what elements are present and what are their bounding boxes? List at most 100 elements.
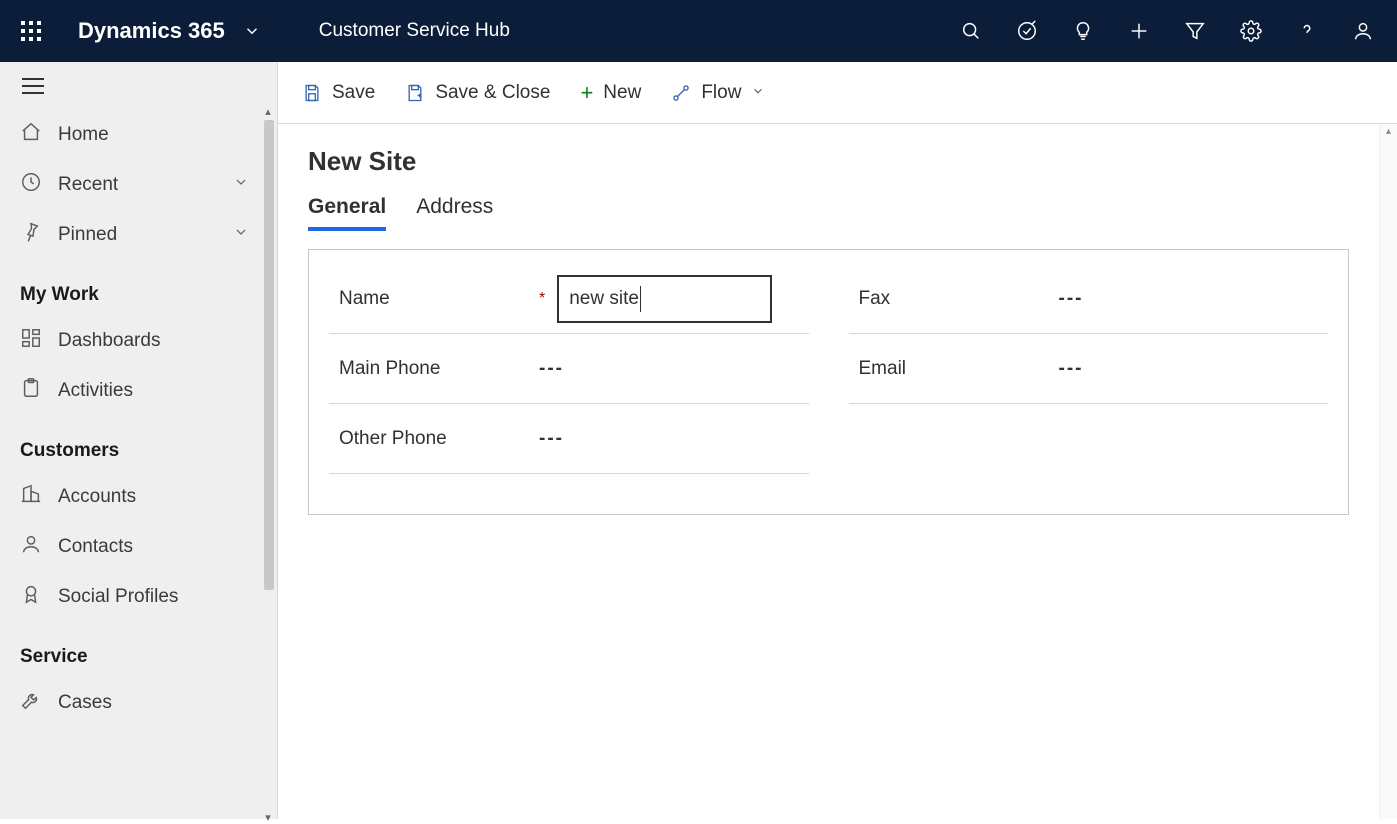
flow-icon bbox=[671, 83, 691, 103]
command-bar: Save Save & Close + New Flow bbox=[278, 62, 1397, 124]
form-tabs: General Address bbox=[308, 195, 1349, 231]
sidebar-scrollbar[interactable]: ▴ ▾ bbox=[259, 110, 277, 819]
app-launcher-button[interactable] bbox=[10, 10, 52, 52]
brand-switcher-chevron[interactable] bbox=[243, 22, 261, 40]
save-button[interactable]: Save bbox=[302, 82, 375, 104]
sidebar-item-activities[interactable]: Activities bbox=[0, 366, 277, 416]
filter-icon bbox=[1184, 20, 1206, 42]
flow-button[interactable]: Flow bbox=[671, 82, 765, 104]
field-label: Other Phone bbox=[329, 428, 539, 450]
settings-button[interactable] bbox=[1227, 7, 1275, 55]
field-value: --- bbox=[539, 428, 564, 450]
workspace: Home Recent Pinned My Work Dashboards Ac… bbox=[0, 62, 1397, 819]
save-close-button[interactable]: Save & Close bbox=[405, 82, 550, 104]
chevron-down-icon bbox=[751, 82, 765, 104]
field-value: --- bbox=[1059, 358, 1084, 380]
save-label: Save bbox=[332, 82, 375, 104]
scroll-up-icon: ▴ bbox=[1380, 126, 1397, 137]
search-icon bbox=[960, 20, 982, 42]
field-main-phone[interactable]: Main Phone --- bbox=[329, 334, 809, 404]
sidebar-item-home[interactable]: Home bbox=[0, 110, 277, 160]
save-close-icon bbox=[405, 83, 425, 103]
field-label: Main Phone bbox=[329, 358, 539, 380]
scrollbar-thumb[interactable] bbox=[264, 120, 274, 590]
hub-title[interactable]: Customer Service Hub bbox=[319, 20, 510, 42]
page-title: New Site bbox=[308, 146, 1349, 177]
waffle-icon bbox=[21, 21, 41, 41]
gear-icon bbox=[1240, 20, 1262, 42]
task-checkmark-icon bbox=[1016, 20, 1038, 42]
tab-address[interactable]: Address bbox=[416, 195, 493, 231]
sidebar-item-cases[interactable]: Cases bbox=[0, 678, 277, 728]
scroll-down-icon: ▾ bbox=[259, 811, 277, 824]
form-panel: Name * new site Main Phone --- bbox=[308, 249, 1349, 515]
person-icon bbox=[1352, 20, 1374, 42]
sidebar-item-label: Home bbox=[58, 124, 249, 146]
plus-icon: + bbox=[580, 82, 593, 104]
clock-icon bbox=[20, 171, 42, 199]
advanced-find-button[interactable] bbox=[1171, 7, 1219, 55]
account-button[interactable] bbox=[1339, 7, 1387, 55]
sidebar: Home Recent Pinned My Work Dashboards Ac… bbox=[0, 62, 278, 819]
field-value: --- bbox=[539, 358, 564, 380]
search-button[interactable] bbox=[947, 7, 995, 55]
help-button[interactable] bbox=[1283, 7, 1331, 55]
sidebar-toggle-button[interactable] bbox=[0, 62, 277, 110]
save-icon bbox=[302, 83, 322, 103]
field-email[interactable]: Email --- bbox=[849, 334, 1329, 404]
field-name: Name * new site bbox=[329, 264, 809, 334]
flow-label: Flow bbox=[701, 82, 741, 104]
scroll-up-icon: ▴ bbox=[259, 105, 277, 118]
new-label: New bbox=[603, 82, 641, 104]
save-close-label: Save & Close bbox=[435, 82, 550, 104]
plus-icon bbox=[1128, 20, 1150, 42]
sidebar-item-recent[interactable]: Recent bbox=[0, 160, 277, 210]
content-area: New Site General Address Name * new si bbox=[278, 124, 1397, 819]
sidebar-item-label: Accounts bbox=[58, 486, 249, 508]
assistant-button[interactable] bbox=[1059, 7, 1107, 55]
sidebar-item-label: Activities bbox=[58, 380, 249, 402]
main-area: Save Save & Close + New Flow New Site Ge… bbox=[278, 62, 1397, 819]
content-scrollbar[interactable]: ▴ bbox=[1379, 124, 1397, 819]
badge-icon bbox=[20, 583, 42, 611]
sidebar-item-label: Recent bbox=[58, 174, 217, 196]
new-button[interactable]: + New bbox=[580, 82, 641, 104]
field-value: --- bbox=[1059, 288, 1084, 310]
home-icon bbox=[20, 121, 42, 149]
lightbulb-icon bbox=[1072, 20, 1094, 42]
field-label: Email bbox=[849, 358, 1059, 380]
sidebar-item-label: Cases bbox=[58, 692, 249, 714]
building-icon bbox=[20, 483, 42, 511]
name-input-value: new site bbox=[569, 288, 639, 310]
required-indicator: * bbox=[539, 290, 545, 308]
sidebar-item-social-profiles[interactable]: Social Profiles bbox=[0, 572, 277, 622]
chevron-down-icon bbox=[233, 224, 249, 246]
field-fax[interactable]: Fax --- bbox=[849, 264, 1329, 334]
sidebar-item-label: Social Profiles bbox=[58, 586, 249, 608]
sidebar-item-label: Contacts bbox=[58, 536, 249, 558]
help-icon bbox=[1296, 20, 1318, 42]
dashboard-icon bbox=[20, 327, 42, 355]
clipboard-icon bbox=[20, 377, 42, 405]
sidebar-item-label: Dashboards bbox=[58, 330, 249, 352]
sidebar-item-label: Pinned bbox=[58, 224, 217, 246]
sidebar-item-pinned[interactable]: Pinned bbox=[0, 210, 277, 260]
field-label: Fax bbox=[849, 288, 1059, 310]
hamburger-icon bbox=[22, 78, 44, 94]
sidebar-section-customers: Customers bbox=[0, 416, 277, 472]
brand-title[interactable]: Dynamics 365 bbox=[78, 18, 225, 44]
person-icon bbox=[20, 533, 42, 561]
sidebar-item-dashboards[interactable]: Dashboards bbox=[0, 316, 277, 366]
global-navbar: Dynamics 365 Customer Service Hub bbox=[0, 0, 1397, 62]
sidebar-item-accounts[interactable]: Accounts bbox=[0, 472, 277, 522]
wrench-icon bbox=[20, 689, 42, 717]
pin-icon bbox=[20, 221, 42, 249]
field-label: Name bbox=[329, 288, 539, 310]
task-flow-button[interactable] bbox=[1003, 7, 1051, 55]
field-other-phone[interactable]: Other Phone --- bbox=[329, 404, 809, 474]
sidebar-item-contacts[interactable]: Contacts bbox=[0, 522, 277, 572]
name-input[interactable]: new site bbox=[557, 275, 772, 323]
quick-create-button[interactable] bbox=[1115, 7, 1163, 55]
tab-general[interactable]: General bbox=[308, 195, 386, 231]
chevron-down-icon bbox=[233, 174, 249, 196]
